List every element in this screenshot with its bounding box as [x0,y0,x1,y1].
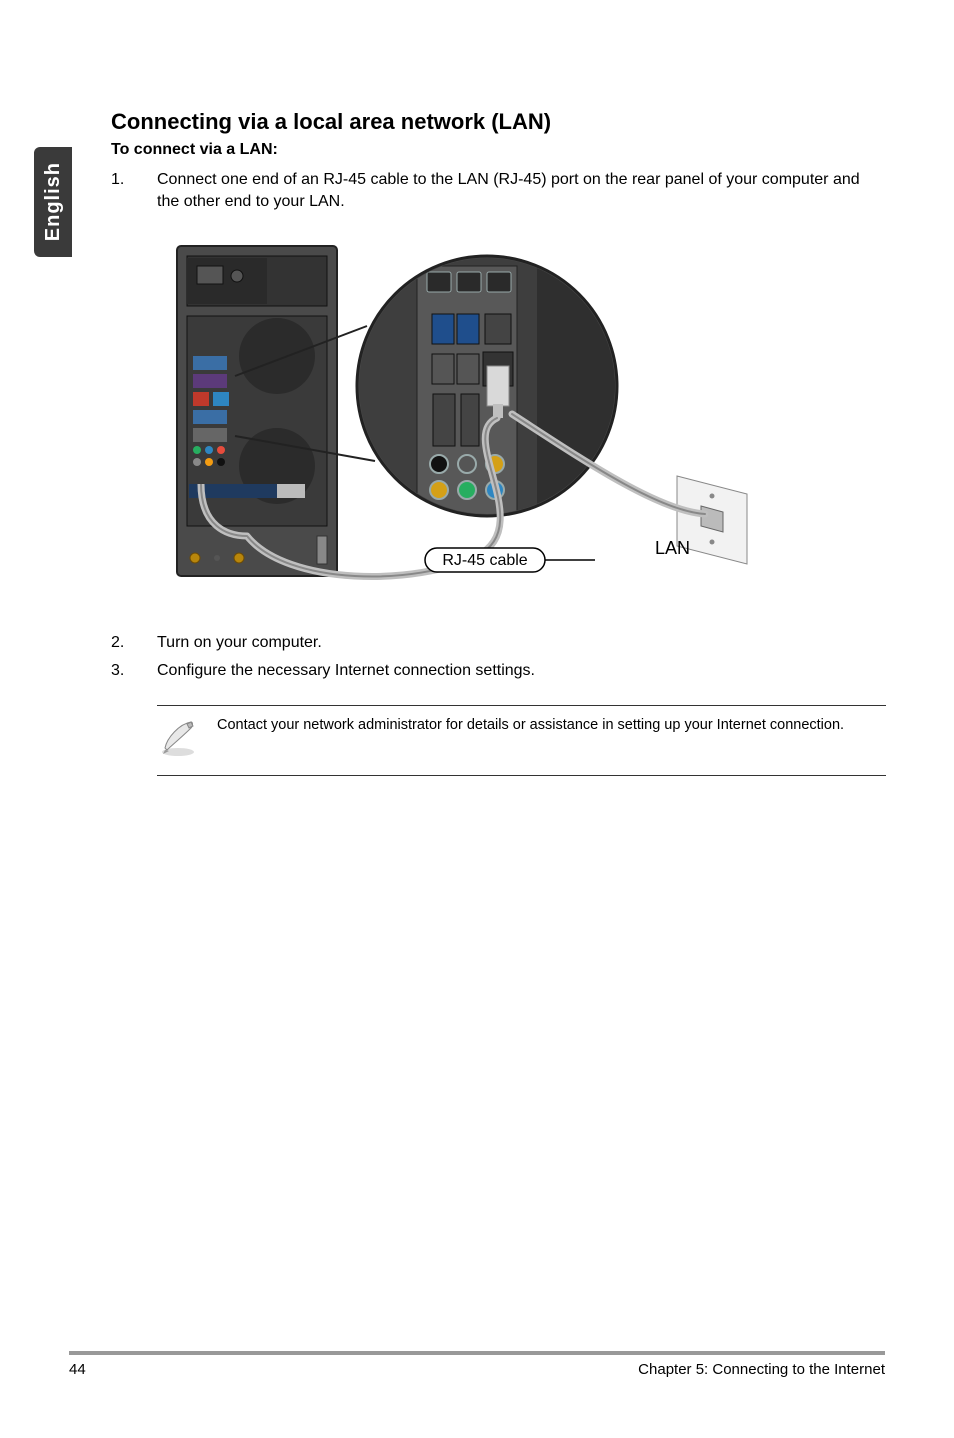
main-content: Connecting via a local area network (LAN… [111,109,886,776]
note-block: Contact your network administrator for d… [157,705,886,776]
step-number: 1. [111,169,157,212]
step-item: 2. Turn on your computer. [111,632,886,654]
language-tab: English [34,147,72,257]
page-footer: 44 Chapter 5: Connecting to the Internet [69,1351,885,1378]
section-heading: Connecting via a local area network (LAN… [111,109,886,135]
chapter-label: Chapter 5: Connecting to the Internet [638,1361,885,1378]
step-text: Turn on your computer. [157,632,886,654]
section-subheading: To connect via a LAN: [111,141,886,159]
footer-rule [69,1351,885,1355]
language-tab-text: English [42,162,65,241]
step-text: Configure the necessary Internet connect… [157,660,886,682]
illustration: RJ-45 cable LAN [157,236,777,596]
lan-label: LAN [655,538,690,558]
divider [157,775,886,776]
step-number: 2. [111,632,157,654]
cable-label: RJ-45 cable [442,552,527,569]
note-text: Contact your network administrator for d… [217,716,844,736]
note-icon [157,716,199,763]
page-number: 44 [69,1361,86,1378]
step-item: 3. Configure the necessary Internet conn… [111,660,886,682]
step-item: 1. Connect one end of an RJ-45 cable to … [111,169,886,212]
step-number: 3. [111,660,157,682]
step-text: Connect one end of an RJ-45 cable to the… [157,169,886,212]
